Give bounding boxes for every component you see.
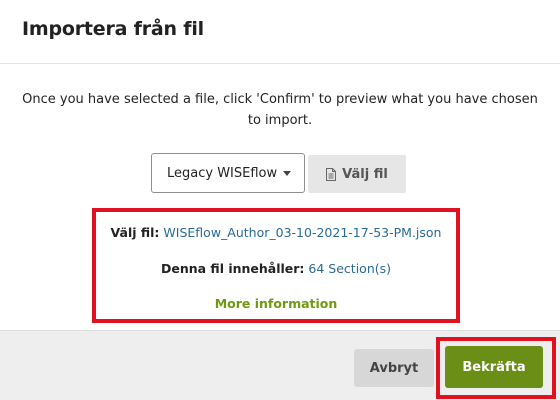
selected-file-row: Välj fil: WISEflow_Author_03-10-2021-17-… xyxy=(96,225,456,240)
choose-file-label: Välj fil xyxy=(342,166,388,182)
choose-file-button[interactable]: Välj fil xyxy=(308,155,406,193)
selected-file-name[interactable]: WISEflow_Author_03-10-2021-17-53-PM.json xyxy=(163,225,441,240)
file-icon xyxy=(326,167,337,181)
chevron-down-icon xyxy=(283,171,291,176)
dialog-title: Importera från fil xyxy=(22,18,204,40)
more-info-row: More information xyxy=(96,296,456,311)
file-info-panel: Välj fil: WISEflow_Author_03-10-2021-17-… xyxy=(92,208,460,323)
file-contents-value[interactable]: 64 Section(s) xyxy=(308,261,391,276)
dialog-body: Once you have selected a file, click 'Co… xyxy=(0,65,560,330)
file-contents-row: Denna fil innehåller: 64 Section(s) xyxy=(96,261,456,276)
import-format-value: Legacy WISEflow xyxy=(167,165,278,181)
file-contents-label: Denna fil innehåller: xyxy=(160,261,305,276)
cancel-button[interactable]: Avbryt xyxy=(354,349,434,387)
import-format-select[interactable]: Legacy WISEflow xyxy=(151,153,305,193)
selected-file-label: Välj fil: xyxy=(110,225,160,240)
confirm-button[interactable]: Bekräfta xyxy=(445,346,543,388)
dialog-header: Importera från fil xyxy=(0,0,560,64)
more-information-link[interactable]: More information xyxy=(215,296,338,311)
instruction-text: Once you have selected a file, click 'Co… xyxy=(22,92,538,128)
dialog-footer: Avbryt Bekräfta xyxy=(0,330,560,400)
